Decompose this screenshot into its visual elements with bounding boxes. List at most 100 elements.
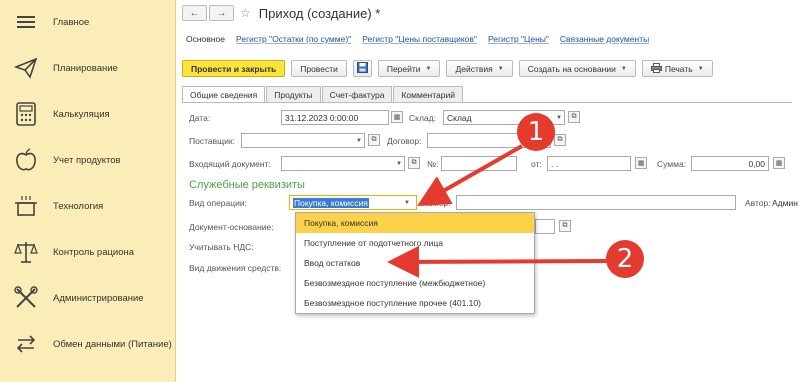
- sidebar-item-label: Контроль рациона: [53, 246, 135, 258]
- link-related-docs[interactable]: Связанные документы: [560, 34, 649, 44]
- forward-button[interactable]: →: [209, 5, 234, 21]
- dropdown-option[interactable]: Ввод остатков: [296, 253, 534, 273]
- chevron-down-icon[interactable]: ▼: [353, 133, 365, 148]
- link-register-balances[interactable]: Регистр "Остатки (по сумме)": [236, 34, 351, 44]
- actions-menu-button[interactable]: Действия ▼: [446, 60, 513, 77]
- tab-invoice[interactable]: Счет-фактура: [321, 86, 393, 102]
- tab-bar: Общие сведения Продукты Счет-фактура Ком…: [182, 86, 464, 103]
- sidebar-item-label: Планирование: [53, 62, 118, 74]
- sidebar-item-products[interactable]: Учет продуктов: [0, 140, 176, 180]
- contract-label: Договор:: [387, 136, 422, 146]
- from-date-field[interactable]: . .: [547, 156, 631, 171]
- pot-icon: [14, 194, 38, 218]
- main-area: ← → ☆ Приход (создание) * Основное Регис…: [177, 0, 800, 382]
- sidebar-item-label: Главное: [53, 16, 90, 28]
- post-and-close-button[interactable]: Провести и закрыть: [182, 60, 286, 77]
- page-title: Приход (создание) *: [258, 5, 381, 21]
- calendar-icon[interactable]: ▦: [391, 111, 403, 123]
- section-title: Служебные реквизиты: [189, 179, 305, 191]
- open-icon[interactable]: ⧉: [368, 134, 380, 146]
- dropdown-option[interactable]: Безвозмездное поступление прочее (401.10…: [296, 293, 534, 313]
- title-row: ← → ☆ Приход (создание) *: [182, 4, 380, 22]
- incoming-doc-label: Входящий документ:: [189, 159, 271, 169]
- link-register-supplier-prices[interactable]: Регистр "Цены поставщиков": [362, 34, 477, 44]
- tools-icon: [14, 286, 38, 310]
- apple-icon: [14, 148, 38, 172]
- calculator-icon: [14, 102, 38, 126]
- printer-icon: [650, 62, 662, 75]
- operation-field[interactable]: Покупка, комиссия: [289, 195, 417, 210]
- vat-label: Учитывать НДС:: [189, 242, 254, 252]
- sidebar-item-technology[interactable]: Технология: [0, 186, 176, 226]
- chevron-down-icon[interactable]: ▼: [393, 156, 405, 171]
- sidebar-item-calculation[interactable]: Калькуляция: [0, 94, 176, 134]
- paper-plane-icon: [14, 56, 38, 80]
- sidebar: Главное Планирование Калькуляция Учет пр…: [0, 0, 176, 382]
- author-value: Админ: [772, 198, 798, 208]
- back-button[interactable]: ←: [182, 5, 207, 21]
- open-icon[interactable]: ⧉: [559, 220, 571, 232]
- number2-label: Номер:: [422, 198, 451, 208]
- tab-general[interactable]: Общие сведения: [182, 86, 266, 103]
- sidebar-item-label: Учет продуктов: [53, 154, 121, 166]
- print-button[interactable]: Печать ▼: [641, 60, 713, 77]
- link-register-prices[interactable]: Регистр "Цены": [488, 34, 549, 44]
- create-based-on-button[interactable]: Создать на основании ▼: [518, 60, 636, 77]
- save-button[interactable]: [352, 60, 372, 77]
- operation-dropdown: Покупка, комиссия Поступление от подотче…: [295, 212, 535, 314]
- chevron-down-icon[interactable]: ▼: [401, 195, 413, 210]
- supplier-field[interactable]: [241, 133, 365, 148]
- tab-products[interactable]: Продукты: [266, 86, 321, 102]
- sidebar-item-planning[interactable]: Планирование: [0, 48, 176, 88]
- open-icon[interactable]: ⧉: [568, 111, 580, 123]
- annotation-badge-1: 1: [517, 113, 555, 151]
- open-icon[interactable]: ⧉: [554, 134, 566, 146]
- number2-field[interactable]: [456, 195, 736, 210]
- sidebar-item-label: Обмен данными (Питание): [53, 338, 172, 350]
- sum-label: Сумма:: [657, 159, 687, 169]
- dropdown-option[interactable]: Покупка, комиссия: [296, 213, 534, 233]
- calendar-icon[interactable]: ▦: [635, 157, 647, 169]
- sidebar-item-admin[interactable]: Администрирование: [0, 278, 176, 318]
- post-button[interactable]: Провести: [291, 60, 347, 77]
- create-based-on-label: Создать на основании: [527, 63, 616, 74]
- scales-icon: [14, 240, 38, 264]
- open-icon[interactable]: ⧉: [408, 157, 420, 169]
- basis-doc-field[interactable]: [535, 219, 555, 234]
- sum-field[interactable]: 0,00: [691, 156, 769, 171]
- link-main[interactable]: Основное: [186, 34, 225, 44]
- save-icon: [356, 62, 368, 75]
- sidebar-item-data-exchange[interactable]: Обмен данными (Питание): [0, 324, 176, 364]
- document-links: Основное Регистр "Остатки (по сумме)" Ре…: [186, 34, 660, 44]
- menu-icon: [14, 10, 38, 34]
- arrow-1: [417, 144, 523, 206]
- sidebar-item-label: Технология: [53, 200, 104, 212]
- date-label: Дата:: [189, 113, 211, 123]
- tab-divider: [182, 102, 792, 103]
- date-field[interactable]: 31.12.2023 0:00:00: [281, 110, 389, 125]
- sidebar-item-diet-control[interactable]: Контроль рациона: [0, 232, 176, 272]
- sidebar-item-main[interactable]: Главное: [0, 2, 176, 42]
- sidebar-item-label: Калькуляция: [53, 108, 110, 120]
- print-label: Печать: [664, 63, 693, 74]
- toolbar: Провести и закрыть Провести Перейти ▼ Дей…: [182, 60, 719, 77]
- exchange-icon: [14, 332, 38, 356]
- favorite-star-icon[interactable]: ☆: [240, 6, 251, 20]
- dropdown-option[interactable]: Безвозмездное поступление (межбюджетное): [296, 273, 534, 293]
- actions-menu-label: Действия: [455, 63, 493, 74]
- incoming-doc-field[interactable]: [281, 156, 405, 171]
- tab-comment[interactable]: Комментарий: [393, 86, 463, 102]
- from-label: от:: [531, 159, 542, 169]
- dropdown-option[interactable]: Поступление от подотчетного лица: [296, 233, 534, 253]
- go-menu-button[interactable]: Перейти ▼: [377, 60, 441, 77]
- movement-label: Вид движения средств:: [189, 263, 282, 273]
- operation-label: Вид операции:: [189, 198, 247, 208]
- chevron-down-icon: ▼: [497, 65, 504, 72]
- number-field[interactable]: [441, 156, 517, 171]
- chevron-down-icon[interactable]: ▼: [553, 110, 565, 125]
- annotation-badge-2: 2: [606, 240, 644, 278]
- basis-doc-label: Документ-основание:: [189, 222, 274, 232]
- calculator-icon[interactable]: ▦: [773, 157, 785, 169]
- annotation-arrows: [387, 144, 610, 278]
- sidebar-item-label: Администрирование: [53, 292, 144, 304]
